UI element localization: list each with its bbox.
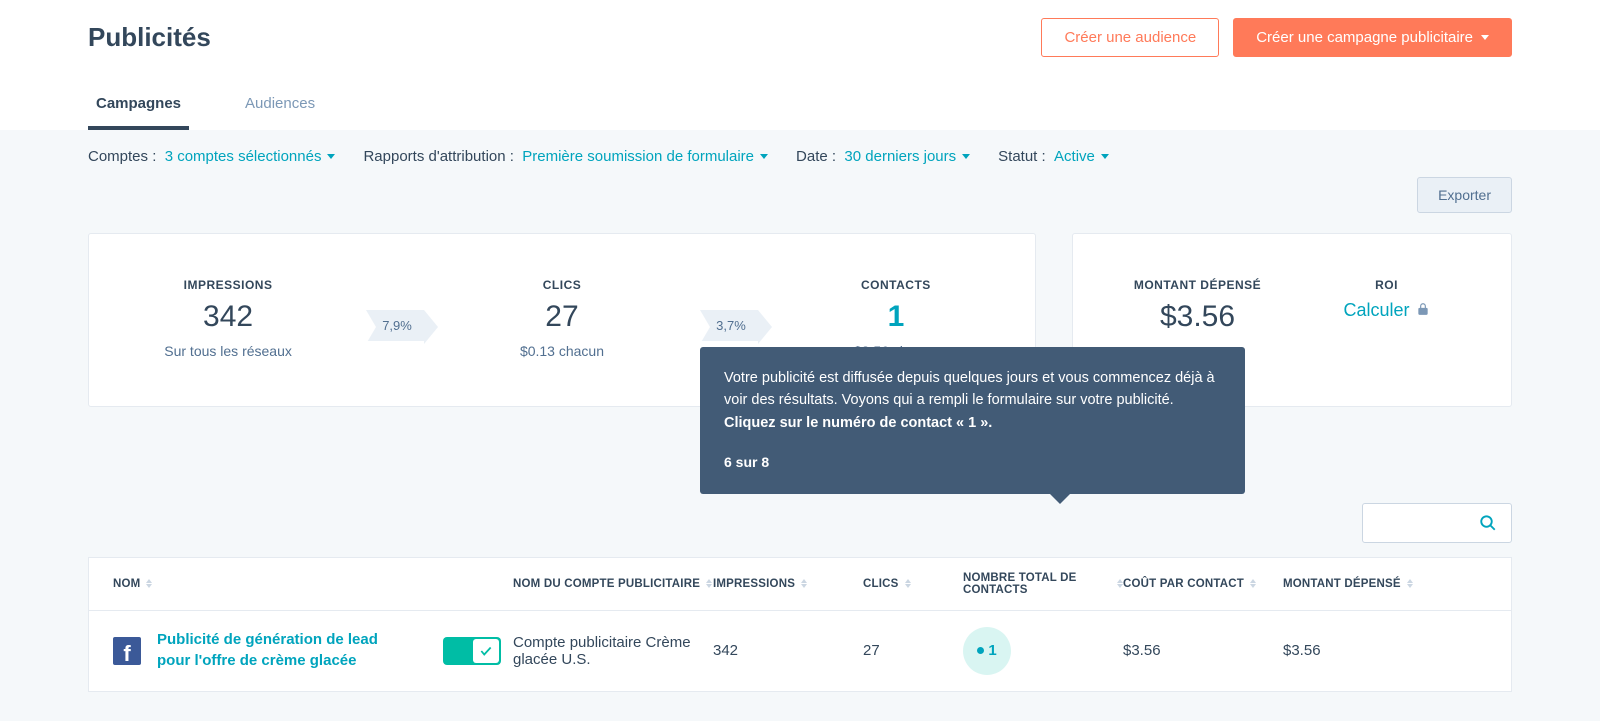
filter-status[interactable]: Active: [1054, 148, 1109, 165]
roi-calculate-link[interactable]: Calculer: [1343, 300, 1429, 321]
campaigns-table: NOM NOM DU COMPTE PUBLICITAIRE IMPRESSIO…: [88, 557, 1512, 692]
create-campaign-button[interactable]: Créer une campagne publicitaire: [1233, 18, 1512, 57]
status-toggle[interactable]: [443, 637, 501, 665]
filter-status-value: Active: [1054, 148, 1095, 165]
sort-icon: [905, 579, 911, 588]
contacts-pulse[interactable]: 1: [963, 627, 1011, 675]
sort-icon: [146, 579, 152, 588]
metric-label: MONTANT DÉPENSÉ: [1118, 278, 1278, 292]
metric-value[interactable]: 1: [816, 300, 976, 334]
metric-label: CONTACTS: [816, 278, 976, 292]
ad-name-link[interactable]: Publicité de génération de lead pour l'o…: [157, 630, 387, 671]
funnel-arrow: 7,9%: [366, 310, 424, 341]
tooltip-step: 6 sur 8: [724, 452, 1221, 474]
roi-action-label: Calculer: [1343, 300, 1409, 321]
metric-value: 342: [148, 300, 308, 334]
metric-clicks: CLICS 27 $0.13 chacun: [482, 278, 642, 362]
filter-date[interactable]: 30 derniers jours: [844, 148, 970, 165]
filter-accounts[interactable]: 3 comptes sélectionnés: [165, 148, 336, 165]
sort-icon: [706, 579, 712, 588]
th-label: COÛT PAR CONTACT: [1123, 578, 1244, 590]
funnel-arrow: 3,7%: [700, 310, 758, 341]
filter-attribution-value: Première soumission de formulaire: [522, 148, 754, 165]
tab-campaigns[interactable]: Campagnes: [88, 85, 189, 130]
th-label: IMPRESSIONS: [713, 578, 795, 590]
filter-date-label: Date :: [796, 148, 836, 165]
metric-label: CLICS: [482, 278, 642, 292]
cell-account: Compte publicitaire Crème glacée U.S.: [513, 634, 713, 668]
th-cost[interactable]: COÛT PAR CONTACT: [1123, 572, 1283, 596]
filter-attribution[interactable]: Première soumission de formulaire: [522, 148, 768, 165]
metric-value: 27: [482, 300, 642, 334]
cell-contacts[interactable]: 1: [963, 627, 1123, 675]
contacts-count: 1: [988, 642, 996, 659]
funnel-rate: 7,9%: [366, 310, 424, 341]
chevron-down-icon: [1481, 35, 1489, 40]
chevron-down-icon: [962, 154, 970, 159]
onboarding-tooltip: Votre publicité est diffusée depuis quel…: [700, 347, 1245, 494]
table-row: f Publicité de génération de lead pour l…: [89, 611, 1511, 691]
search-icon: [1479, 514, 1497, 532]
metric-spent: MONTANT DÉPENSÉ $3.56: [1118, 278, 1278, 334]
tooltip-bold: Cliquez sur le numéro de contact « 1 ».: [724, 415, 992, 431]
chevron-down-icon: [760, 154, 768, 159]
sort-icon: [801, 579, 807, 588]
filter-attribution-label: Rapports d'attribution :: [363, 148, 513, 165]
sort-icon: [1407, 579, 1413, 588]
filter-accounts-value: 3 comptes sélectionnés: [165, 148, 322, 165]
filter-date-value: 30 derniers jours: [844, 148, 956, 165]
metric-label: IMPRESSIONS: [148, 278, 308, 292]
metric-roi: ROI Calculer: [1307, 278, 1467, 321]
th-name[interactable]: NOM: [113, 572, 513, 596]
facebook-icon: f: [113, 637, 141, 665]
metric-value: $3.56: [1118, 300, 1278, 334]
create-audience-button[interactable]: Créer une audience: [1041, 18, 1219, 57]
cell-impressions: 342: [713, 642, 863, 659]
toggle-knob: [473, 639, 499, 663]
funnel-rate: 3,7%: [700, 310, 758, 341]
metric-sub: Sur tous les réseaux: [148, 342, 308, 362]
sort-icon: [1250, 579, 1256, 588]
check-icon: [479, 644, 493, 658]
lock-icon: [1416, 300, 1430, 321]
th-label: CLICS: [863, 578, 899, 590]
th-label: MONTANT DÉPENSÉ: [1283, 578, 1401, 590]
filter-accounts-label: Comptes :: [88, 148, 156, 165]
th-label: NOMBRE TOTAL DE CONTACTS: [963, 572, 1111, 596]
th-account[interactable]: NOM DU COMPTE PUBLICITAIRE: [513, 572, 713, 596]
th-impressions[interactable]: IMPRESSIONS: [713, 572, 863, 596]
th-label: NOM: [113, 578, 140, 590]
cell-spent: $3.56: [1283, 642, 1413, 659]
export-button[interactable]: Exporter: [1417, 177, 1512, 213]
th-label: NOM DU COMPTE PUBLICITAIRE: [513, 578, 700, 590]
tab-audiences[interactable]: Audiences: [237, 85, 323, 130]
chevron-down-icon: [327, 154, 335, 159]
th-contacts[interactable]: NOMBRE TOTAL DE CONTACTS: [963, 572, 1123, 596]
cell-cost: $3.56: [1123, 642, 1283, 659]
filter-bar: Comptes : 3 comptes sélectionnés Rapport…: [0, 130, 1600, 165]
search-input[interactable]: [1362, 503, 1512, 543]
metric-impressions: IMPRESSIONS 342 Sur tous les réseaux: [148, 278, 308, 362]
th-spent[interactable]: MONTANT DÉPENSÉ: [1283, 572, 1413, 596]
chevron-down-icon: [1101, 154, 1109, 159]
page-title: Publicités: [88, 22, 211, 53]
metric-sub: $0.13 chacun: [482, 342, 642, 362]
filter-status-label: Statut :: [998, 148, 1046, 165]
cell-clics: 27: [863, 642, 963, 659]
create-campaign-label: Créer une campagne publicitaire: [1256, 29, 1473, 46]
metric-label: ROI: [1307, 278, 1467, 292]
th-clics[interactable]: CLICS: [863, 572, 963, 596]
tooltip-text: Votre publicité est diffusée depuis quel…: [724, 370, 1215, 408]
